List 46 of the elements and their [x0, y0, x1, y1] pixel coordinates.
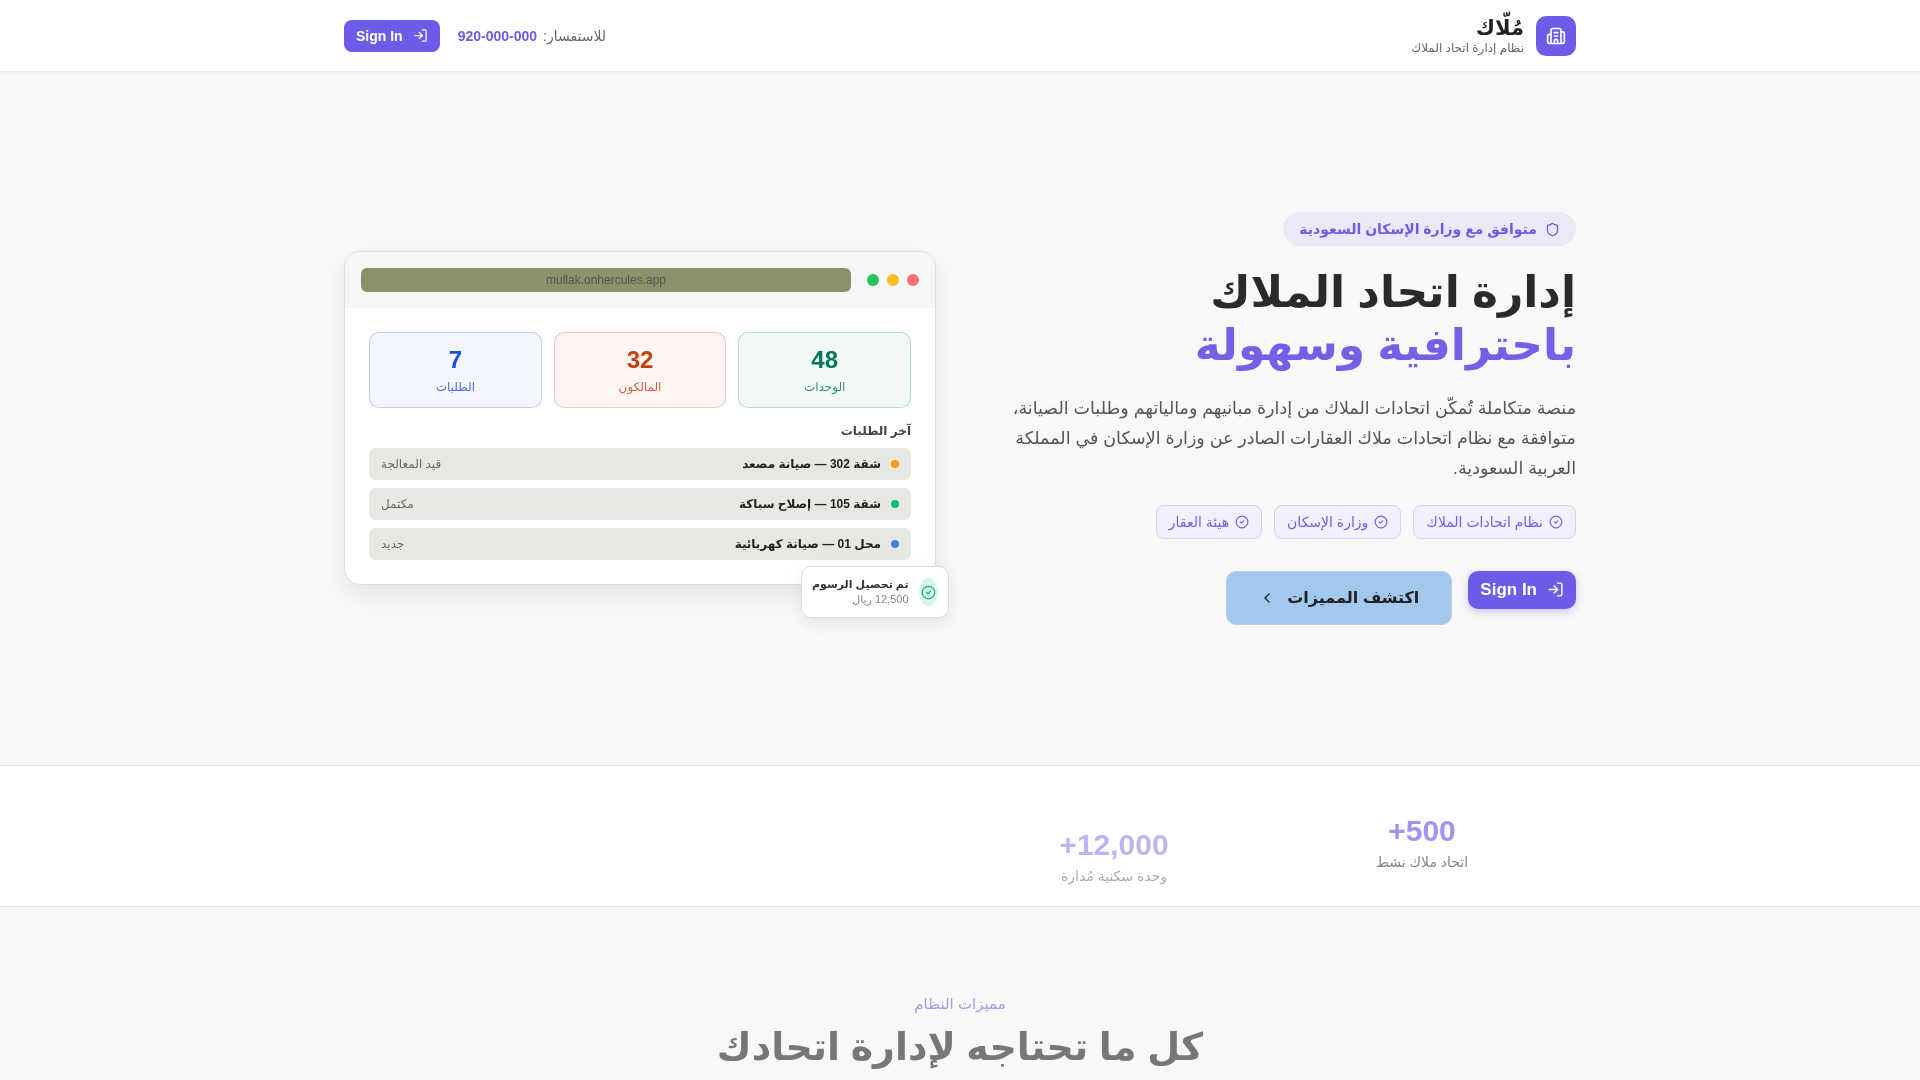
request-title: محل 01 — صيانة كهربائية	[733, 537, 881, 552]
logo-icon	[1536, 15, 1576, 56]
window-dot-icon	[887, 274, 899, 287]
check-circle-icon	[918, 578, 938, 607]
section-heading: كل ما تحتاجه لإدارة اتحادك	[716, 1025, 1204, 1069]
hero-title: إدارة اتحاد الملاك	[1210, 268, 1576, 317]
window-dot-icon	[867, 274, 879, 287]
check-circle-icon	[1235, 515, 1250, 529]
stat-value: 7	[448, 346, 462, 375]
brand-subtitle: نظام إدارة اتحاد الملاك	[1411, 41, 1524, 56]
window-dot-icon	[907, 274, 919, 287]
sign-in-button[interactable]: Sign In	[344, 19, 440, 52]
stat-number: +12,000	[1059, 828, 1169, 862]
request-status: مكتمل	[381, 497, 414, 512]
shield-icon	[1545, 221, 1560, 237]
tag: هيئة العقار	[1155, 505, 1263, 539]
stat-value: 48	[811, 346, 839, 375]
sign-in-icon	[412, 28, 428, 43]
url-bar: mullak.onhercules.app	[361, 268, 851, 293]
stat-label: الطلبات	[435, 380, 476, 395]
stat-caption: وحدة سكنية مُدارة	[1060, 868, 1168, 884]
sign-in-button[interactable]: Sign In	[1468, 571, 1576, 609]
tag: نظام اتحادات الملاك	[1413, 505, 1576, 539]
stat-label: المالكون	[618, 380, 662, 395]
section-eyebrow: مميزات النظام	[914, 995, 1006, 1013]
contact-label: للاستفسار:	[543, 27, 607, 44]
sign-in-icon	[1547, 581, 1564, 599]
stat-label: الوحدات	[803, 380, 846, 395]
check-circle-icon	[1374, 515, 1389, 529]
toast-amount: 12,500 ريال	[851, 593, 909, 607]
request-title: شقة 302 — صيانة مصعد	[741, 457, 881, 472]
compliance-badge: متوافق مع وزارة الإسكان السعودية	[1283, 212, 1576, 246]
toast-title: تم تحصيل الرسوم	[812, 578, 909, 592]
check-circle-icon	[1549, 515, 1563, 529]
request-status: قيد المعالجة	[381, 457, 442, 472]
tag: وزارة الإسكان	[1274, 505, 1402, 539]
phone-link[interactable]: 920-000-000	[457, 27, 538, 44]
hero-subtitle: باحترافية وسهولة	[1194, 320, 1576, 371]
explore-features-button[interactable]: اكتشف المميزات	[1226, 571, 1453, 625]
hero-description: منصة متكاملة تُمكّن اتحادات الملاك من إدارة مبانيهم ومالياتهم وطلبات الصيانة، متوافقة مع نظام اتحادات ملاك العقارات الصادر عن وزارة الإسكان في المملكة العربية السعودية.	[1011, 395, 1576, 480]
request-title: شقة 105 — إصلاح سباكة	[737, 497, 881, 512]
section-title: آخر الطلبات	[839, 424, 911, 439]
stat-number: +500	[1388, 814, 1456, 848]
request-status: جديد	[381, 537, 405, 552]
stat-caption: اتحاد ملاك نشط	[1375, 854, 1469, 870]
stat-value: 32	[626, 346, 654, 375]
